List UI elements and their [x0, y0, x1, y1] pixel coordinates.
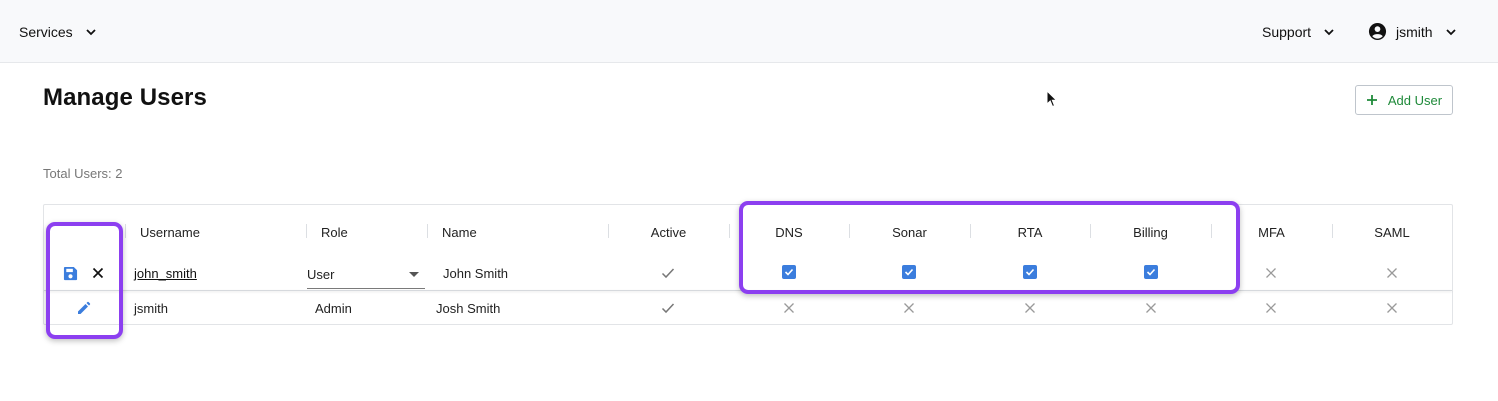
column-separator — [427, 224, 428, 238]
services-label: Services — [19, 23, 73, 40]
username-value: john_smith — [134, 265, 197, 281]
name-field[interactable]: John Smith — [443, 263, 508, 283]
users-table: Username Role Name Active DNS Sonar RTA … — [43, 204, 1453, 325]
column-header-role[interactable]: Role — [321, 224, 348, 240]
x-icon — [1022, 300, 1038, 316]
rta-checkbox[interactable] — [1022, 264, 1038, 280]
dns-checkbox[interactable] — [781, 264, 797, 280]
check-icon — [660, 265, 676, 281]
username-field[interactable]: john_smith — [134, 263, 197, 283]
name-cell: Josh Smith — [436, 300, 501, 316]
column-separator — [306, 224, 307, 238]
add-user-label: Add User — [1387, 92, 1443, 108]
top-nav: Services Support jsmith — [0, 0, 1498, 63]
dropdown-caret-icon — [409, 272, 419, 277]
billing-checkbox[interactable] — [1143, 264, 1159, 280]
username-cell: jsmith — [134, 300, 168, 316]
x-icon — [1263, 265, 1279, 281]
column-header-active[interactable]: Active — [608, 224, 729, 240]
x-icon — [1384, 300, 1400, 316]
account-circle-icon — [1368, 22, 1387, 41]
check-icon — [660, 300, 676, 316]
sonar-checkbox[interactable] — [901, 264, 917, 280]
chevron-down-icon — [1445, 26, 1457, 38]
chevron-down-icon — [1323, 26, 1335, 38]
total-users-count: Total Users: 2 — [43, 166, 123, 181]
support-label: Support — [1262, 23, 1312, 40]
x-icon — [1263, 300, 1279, 316]
save-icon[interactable] — [62, 265, 78, 281]
x-icon — [1384, 265, 1400, 281]
column-header-sonar[interactable]: Sonar — [849, 224, 970, 240]
plus-icon — [1366, 94, 1378, 106]
services-menu[interactable]: Services — [19, 0, 97, 63]
close-icon[interactable] — [90, 265, 106, 281]
column-header-username[interactable]: Username — [140, 224, 200, 240]
column-header-mfa[interactable]: MFA — [1211, 224, 1332, 240]
column-header-name[interactable]: Name — [442, 224, 477, 240]
column-separator — [125, 224, 126, 238]
support-menu[interactable]: Support — [1262, 0, 1335, 63]
x-icon — [781, 300, 797, 316]
column-header-rta[interactable]: RTA — [970, 224, 1090, 240]
role-select[interactable]: User — [307, 261, 425, 289]
pencil-icon[interactable] — [76, 300, 92, 316]
role-selected-value: User — [307, 267, 335, 282]
add-user-button[interactable]: Add User — [1355, 85, 1453, 115]
column-header-billing[interactable]: Billing — [1090, 224, 1211, 240]
column-header-dns[interactable]: DNS — [729, 224, 849, 240]
chevron-down-icon — [85, 26, 97, 38]
user-menu[interactable]: jsmith — [1368, 0, 1457, 63]
x-icon — [901, 300, 917, 316]
page-title: Manage Users — [43, 84, 207, 111]
row-divider — [44, 290, 1452, 291]
username-label: jsmith — [1396, 23, 1433, 40]
x-icon — [1143, 300, 1159, 316]
column-header-saml[interactable]: SAML — [1332, 224, 1452, 240]
role-cell: Admin — [315, 300, 352, 316]
mouse-cursor-icon — [1046, 89, 1058, 108]
